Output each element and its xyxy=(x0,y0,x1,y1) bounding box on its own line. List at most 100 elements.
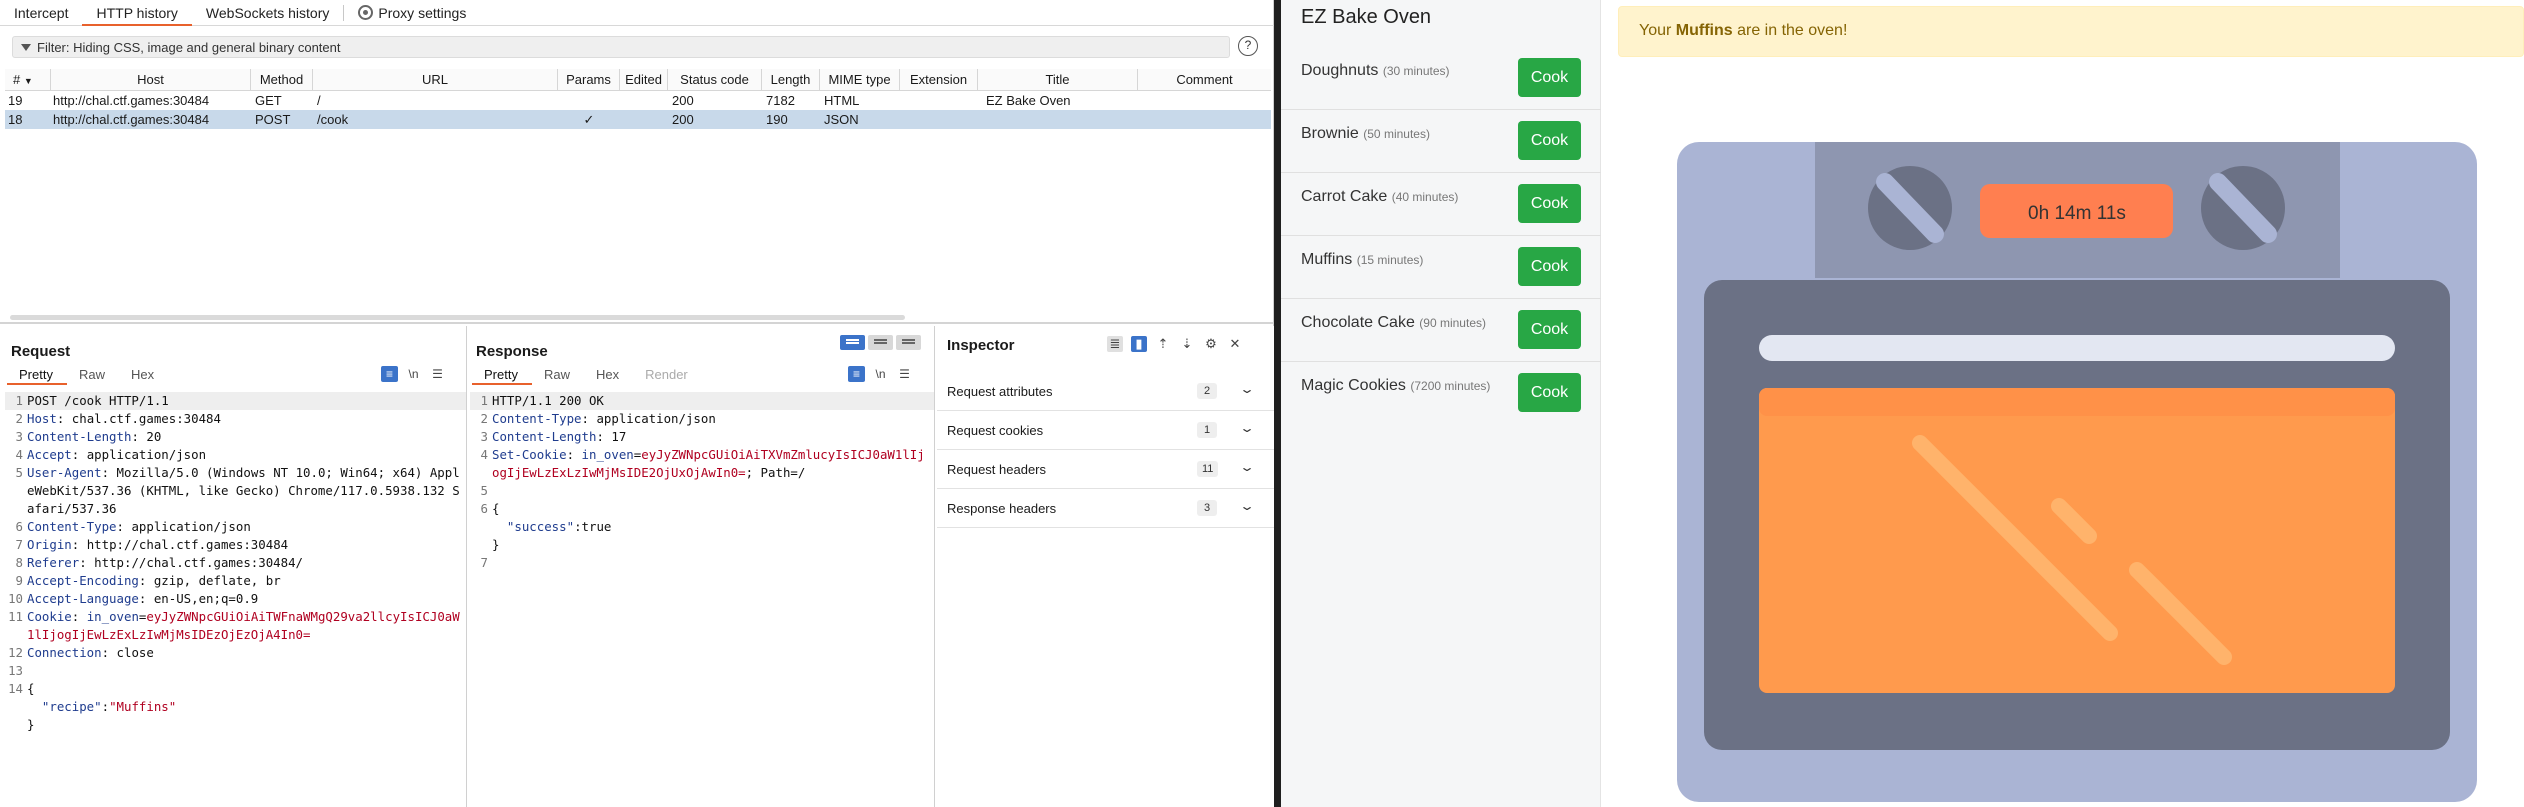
close-icon[interactable]: ✕ xyxy=(1227,336,1243,352)
json-value: true xyxy=(581,519,612,534)
expand-all-icon[interactable]: ⇡ xyxy=(1155,336,1171,352)
cook-doughnuts-button[interactable]: Cook xyxy=(1518,58,1581,97)
tab-request-pretty[interactable]: Pretty xyxy=(7,367,67,385)
table-row[interactable]: 19 http://chal.ctf.games:30484 GET / 200… xyxy=(5,91,1271,110)
inspector-response-headers[interactable]: Response headers 3 ⌄ xyxy=(937,489,1274,528)
settings-gear-icon[interactable]: ⚙ xyxy=(1203,336,1219,352)
tab-response-render[interactable]: Render xyxy=(633,367,702,385)
header-name: Cookie xyxy=(27,609,72,624)
tab-proxy-settings[interactable]: Proxy settings xyxy=(344,0,480,26)
tab-request-raw[interactable]: Raw xyxy=(67,367,119,385)
col-extension[interactable]: Extension xyxy=(900,69,978,90)
header-value: POST /cook HTTP/1.1 xyxy=(27,393,169,408)
recipe-item: Muffins (15 minutes) Cook xyxy=(1281,236,1601,299)
col-url[interactable]: URL xyxy=(313,69,558,90)
window-top-glow xyxy=(1759,388,2395,416)
line-text: Accept-Language: en-US,en;q=0.9 xyxy=(27,590,466,608)
code-line: 10 Accept-Language: en-US,en;q=0.9 xyxy=(5,590,466,608)
col-mime[interactable]: MIME type xyxy=(820,69,900,90)
menu-icon[interactable]: ☰ xyxy=(896,366,913,382)
cell-title xyxy=(978,110,1138,129)
cook-muffins-button[interactable]: Cook xyxy=(1518,247,1581,286)
cook-brownie-button[interactable]: Cook xyxy=(1518,121,1581,160)
panel-view-icon[interactable]: ▮ xyxy=(1131,336,1147,352)
inspector-request-attributes[interactable]: Request attributes 2 ⌄ xyxy=(937,372,1274,411)
left-knob-icon xyxy=(1868,166,1952,250)
collapse-all-icon[interactable]: ⇣ xyxy=(1179,336,1195,352)
json-colon: : xyxy=(574,519,582,534)
col-length[interactable]: Length xyxy=(762,69,820,90)
count-badge: 11 xyxy=(1197,461,1219,477)
line-text: Host: chal.ctf.games:30484 xyxy=(27,410,466,428)
layout-vertical-icon[interactable] xyxy=(868,335,893,350)
recipe-item: Brownie (50 minutes) Cook xyxy=(1281,110,1601,173)
cell-host: http://chal.ctf.games:30484 xyxy=(53,93,210,108)
cook-chocolate-cake-button[interactable]: Cook xyxy=(1518,310,1581,349)
list-view-icon[interactable]: ≣ xyxy=(1107,336,1123,352)
json-key: "success" xyxy=(506,519,575,534)
inspector-request-headers[interactable]: Request headers 11 ⌄ xyxy=(937,450,1274,489)
show-newlines-icon[interactable]: \n xyxy=(872,366,889,382)
col-params[interactable]: Params xyxy=(558,69,620,90)
inspector-title: Inspector xyxy=(947,337,1015,354)
tab-http-history[interactable]: HTTP history xyxy=(82,0,192,26)
header-name: Content-Type xyxy=(492,411,582,426)
cook-magic-cookies-button[interactable]: Cook xyxy=(1518,373,1581,412)
layout-tabs-icon[interactable] xyxy=(896,335,921,350)
col-number[interactable]: # ▼ xyxy=(5,69,51,90)
tab-response-hex[interactable]: Hex xyxy=(584,367,633,385)
cook-carrot-cake-button[interactable]: Cook xyxy=(1518,184,1581,223)
wrap-lines-icon[interactable]: ≡ xyxy=(848,366,865,382)
header-value: close xyxy=(109,645,154,660)
filter-bar[interactable]: Filter: Hiding CSS, image and general bi… xyxy=(12,36,1230,58)
col-status[interactable]: Status code xyxy=(668,69,762,90)
header-colon: : xyxy=(79,555,87,570)
response-view-tabs: Pretty Raw Hex Render xyxy=(472,367,702,385)
tab-intercept[interactable]: Intercept xyxy=(0,0,82,26)
recipe-name: Carrot Cake xyxy=(1301,188,1388,205)
line-text: } xyxy=(27,716,466,734)
col-method[interactable]: Method xyxy=(251,69,313,90)
header-name: Accept-Language xyxy=(27,591,139,606)
show-newlines-icon[interactable]: \n xyxy=(405,366,422,382)
tab-response-pretty[interactable]: Pretty xyxy=(472,367,532,385)
request-editor[interactable]: 1 POST /cook HTTP/1.1 2 Host: chal.ctf.game… xyxy=(5,392,466,734)
line-number: 9 xyxy=(15,573,23,588)
tab-websockets-history[interactable]: WebSockets history xyxy=(192,0,343,26)
horizontal-scrollbar[interactable] xyxy=(10,315,905,320)
table-row[interactable]: 18 http://chal.ctf.games:30484 POST /coo… xyxy=(5,110,1271,129)
code-line: 2 Content-Type: application/json xyxy=(470,410,934,428)
line-number: 4 xyxy=(480,447,488,462)
code-line: 12 Connection: close xyxy=(5,644,466,662)
split-divider[interactable] xyxy=(0,322,1274,324)
col-title[interactable]: Title xyxy=(978,69,1138,90)
cell-length: 190 xyxy=(766,112,788,127)
header-name: Set-Cookie xyxy=(492,447,567,462)
col-edited[interactable]: Edited xyxy=(620,69,668,90)
app-title: EZ Bake Oven xyxy=(1301,6,1432,28)
response-editor[interactable]: 1 HTTP/1.1 200 OK 2 Content-Type: applicati… xyxy=(470,392,934,572)
help-icon[interactable]: ? xyxy=(1238,36,1258,56)
col-host[interactable]: Host xyxy=(51,69,251,90)
wrap-lines-icon[interactable]: ≡ xyxy=(381,366,398,382)
line-text xyxy=(492,554,934,572)
col-comment[interactable]: Comment xyxy=(1138,69,1271,90)
menu-icon[interactable]: ☰ xyxy=(429,366,446,382)
burp-proxy-panel: Intercept HTTP history WebSockets histor… xyxy=(0,0,1274,807)
line-text: Content-Type: application/json xyxy=(27,518,466,536)
layout-side-by-side-icon[interactable] xyxy=(840,335,865,350)
code-line: 1 HTTP/1.1 200 OK xyxy=(470,392,934,410)
header-colon: : xyxy=(596,429,604,444)
tab-request-hex[interactable]: Hex xyxy=(119,367,168,385)
cell-host: http://chal.ctf.games:30484 xyxy=(53,112,210,127)
alert-suffix: are in the oven! xyxy=(1732,22,1848,39)
inspector-request-cookies[interactable]: Request cookies 1 ⌄ xyxy=(937,411,1274,450)
line-number xyxy=(470,518,492,536)
header-colon: : xyxy=(566,447,575,462)
window-separator xyxy=(1274,0,1281,807)
line-text: Content-Length: 20 xyxy=(27,428,466,446)
cell-method: GET xyxy=(255,93,282,108)
tab-response-raw[interactable]: Raw xyxy=(532,367,584,385)
cell-status: 200 xyxy=(672,93,694,108)
table-header: # ▼ Host Method URL Params Edited Status… xyxy=(5,69,1271,91)
